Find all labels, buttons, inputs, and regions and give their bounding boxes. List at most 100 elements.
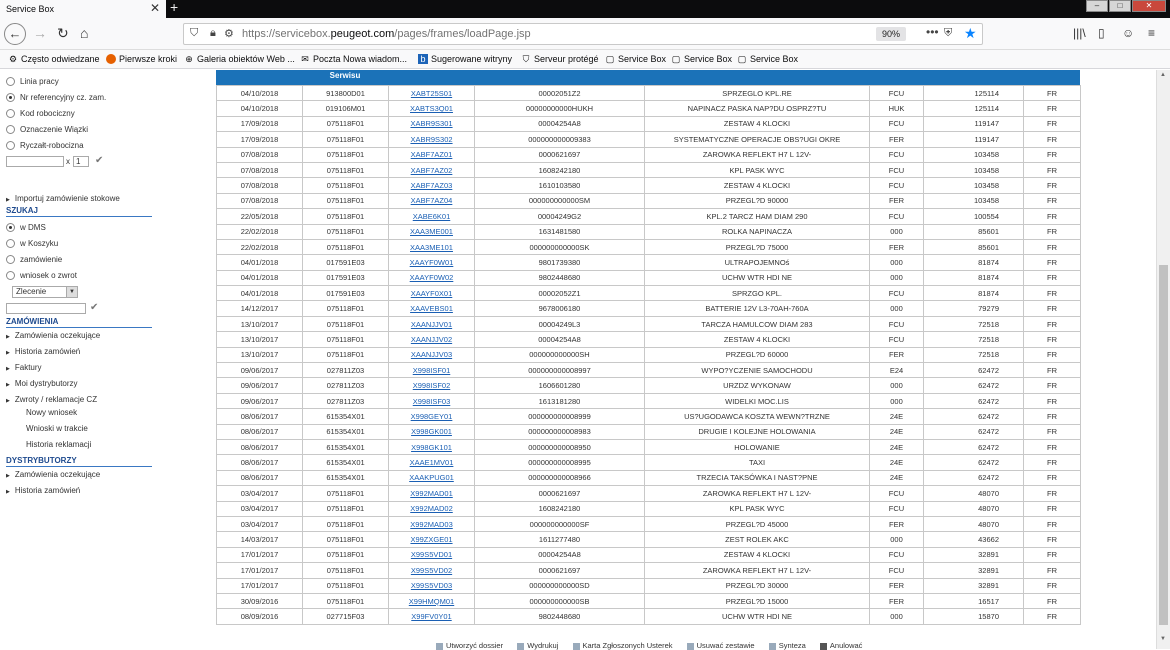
szukaj-option-radio[interactable]: w DMS: [6, 223, 46, 232]
pocket-icon[interactable]: ⛨: [944, 27, 952, 40]
sidebar-link-new-request[interactable]: Nowy wniosek: [26, 408, 77, 417]
order-number-link[interactable]: X99S5VD02: [388, 562, 475, 579]
import-order-link[interactable]: ▶ Importuj zamówienie stokowe: [6, 194, 120, 203]
radio-button[interactable]: [6, 223, 15, 232]
shield-icon[interactable]: ⛉: [190, 27, 198, 40]
order-number-link[interactable]: XAAYF0X01: [388, 285, 475, 302]
back-arrow-icon[interactable]: ←: [4, 23, 26, 45]
reference-input[interactable]: [6, 156, 64, 167]
radio-button[interactable]: [6, 93, 15, 102]
search-option-radio[interactable]: Kod robociczny: [6, 109, 75, 118]
scrollbar-thumb[interactable]: [1159, 265, 1168, 625]
menu-icon[interactable]: ≡: [1148, 26, 1155, 40]
order-number-link[interactable]: X99S5VD03: [388, 577, 475, 594]
bookmark-item[interactable]: b Sugerowane witryny: [418, 54, 512, 64]
order-number-link[interactable]: X998ISF02: [388, 377, 475, 394]
order-number-link[interactable]: XABT25S01: [388, 84, 475, 102]
home-icon[interactable]: ⌂: [80, 25, 88, 41]
order-number-link[interactable]: X99ZXGE01: [388, 531, 475, 548]
document-type-select[interactable]: Zlecenie ▼: [12, 286, 78, 298]
order-number-link[interactable]: XABE6K01: [388, 208, 475, 225]
search-option-radio[interactable]: Nr referencyjny cz. zam.: [6, 93, 106, 102]
szukaj-option-radio[interactable]: w Koszyku: [6, 239, 58, 248]
bookmark-item[interactable]: ⊕ Galeria obiektów Web ...: [184, 54, 295, 64]
account-icon[interactable]: ☺: [1122, 26, 1134, 40]
order-number-link[interactable]: X992MAD03: [388, 515, 475, 533]
confirm-check-icon[interactable]: ✔: [95, 155, 103, 166]
reload-icon[interactable]: ↻: [57, 25, 69, 42]
order-number-link[interactable]: X998GK101: [388, 438, 475, 456]
browser-tab[interactable]: Service Box ✕: [0, 0, 166, 18]
order-number-link[interactable]: XAAYF0W02: [388, 269, 475, 287]
order-number-link[interactable]: XABF7AZ03: [388, 177, 475, 194]
order-number-link[interactable]: XAAYF0W01: [388, 254, 475, 271]
sidebar-icon[interactable]: ▯: [1098, 26, 1105, 40]
search-option-radio[interactable]: Linia pracy: [6, 77, 59, 86]
order-number-link[interactable]: X99FV0Y01: [388, 608, 475, 625]
order-number-link[interactable]: XAA3ME101: [388, 238, 475, 256]
order-number-link[interactable]: XABF7AZ02: [388, 161, 475, 179]
order-number-link[interactable]: XABR9S302: [388, 131, 475, 148]
bookmark-star-icon[interactable]: ★: [964, 25, 977, 42]
chevron-down-icon[interactable]: ▼: [66, 287, 77, 297]
order-number-link[interactable]: X998ISF01: [388, 362, 475, 379]
window-close-icon[interactable]: ✕: [1132, 0, 1166, 12]
minimize-icon[interactable]: –: [1086, 0, 1108, 12]
sidebar-link-order-history[interactable]: ▶ Historia zamówień: [6, 347, 80, 356]
sidebar-link-invoices[interactable]: ▶ Faktury: [6, 363, 42, 372]
url-text[interactable]: https://servicebox.peugeot.com/pages/fra…: [242, 28, 531, 40]
order-number-link[interactable]: XABR9S301: [388, 115, 475, 133]
order-number-link[interactable]: XABF7AZ04: [388, 192, 475, 210]
bookmark-item[interactable]: ⛉ Serveur protégé: [521, 54, 599, 64]
sidebar-link-returns[interactable]: ▶ Zwroty / reklamacje CZ: [6, 395, 97, 404]
page-scrollbar[interactable]: ▲ ▼: [1156, 70, 1170, 649]
szukaj-option-radio[interactable]: zamówienie: [6, 255, 62, 264]
sidebar-link-dist-history[interactable]: ▶ Historia zamówień: [6, 486, 80, 495]
lock-icon[interactable]: 🔒︎: [210, 27, 216, 40]
sidebar-link-dist-pending[interactable]: ▶ Zamówienia oczekujące: [6, 470, 100, 479]
quantity-input[interactable]: 1: [73, 156, 89, 167]
sidebar-link-pending-orders[interactable]: ▶ Zamówienia oczekujące: [6, 331, 100, 340]
sidebar-link-complaint-history[interactable]: Historia reklamacji: [26, 440, 91, 449]
order-number-link[interactable]: XAAE1MV01: [388, 454, 475, 471]
radio-button[interactable]: [6, 77, 15, 86]
order-number-link[interactable]: X998ISF03: [388, 392, 475, 410]
library-icon[interactable]: |||\: [1073, 26, 1086, 40]
order-number-link[interactable]: X992MAD02: [388, 500, 475, 517]
bookmark-item[interactable]: ✉ Poczta Nowa wiadom...: [300, 54, 407, 64]
maximize-icon[interactable]: □: [1109, 0, 1131, 12]
new-tab-icon[interactable]: +: [170, 0, 178, 15]
scroll-down-icon[interactable]: ▼: [1160, 636, 1166, 642]
szukaj-input[interactable]: [6, 303, 86, 314]
bookmark-item[interactable]: ▢ Service Box: [737, 54, 798, 64]
sidebar-link-requests-in-progress[interactable]: Wnioski w trakcie: [26, 424, 88, 433]
radio-button[interactable]: [6, 239, 15, 248]
bookmark-item[interactable]: ▢ Service Box: [605, 54, 666, 64]
radio-button[interactable]: [6, 125, 15, 134]
order-number-link[interactable]: X998GK001: [388, 423, 475, 440]
order-number-link[interactable]: XAANJJV03: [388, 346, 475, 364]
order-number-link[interactable]: X992MAD01: [388, 485, 475, 502]
order-number-link[interactable]: XAANJJV01: [388, 315, 475, 333]
zoom-level[interactable]: 90%: [876, 27, 906, 41]
order-number-link[interactable]: X99HMQM01: [388, 592, 475, 610]
order-number-link[interactable]: XABTS3Q01: [388, 100, 475, 117]
forward-arrow-icon[interactable]: →: [33, 25, 47, 41]
search-option-radio[interactable]: Ryczałt-robocizna: [6, 141, 84, 150]
scroll-up-icon[interactable]: ▲: [1160, 72, 1166, 78]
radio-button[interactable]: [6, 109, 15, 118]
bookmark-item[interactable]: ⚙ Często odwiedzane: [8, 54, 100, 64]
order-number-link[interactable]: XAANJJV02: [388, 331, 475, 348]
bookmark-item[interactable]: Pierwsze kroki: [106, 54, 177, 64]
radio-button[interactable]: [6, 271, 15, 280]
order-number-link[interactable]: XAAVEBS01: [388, 300, 475, 317]
sidebar-link-distributors[interactable]: ▶ Moi dystrybutorzy: [6, 379, 78, 388]
page-actions-icon[interactable]: •••: [926, 25, 939, 39]
radio-button[interactable]: [6, 255, 15, 264]
order-number-link[interactable]: X99S5VD01: [388, 546, 475, 564]
search-option-radio[interactable]: Oznaczenie Wiązki: [6, 125, 88, 134]
radio-button[interactable]: [6, 141, 15, 150]
szukaj-option-radio[interactable]: wniosek o zwrot: [6, 271, 77, 280]
order-number-link[interactable]: XAA3ME001: [388, 223, 475, 240]
close-tab-icon[interactable]: ✕: [150, 1, 160, 15]
